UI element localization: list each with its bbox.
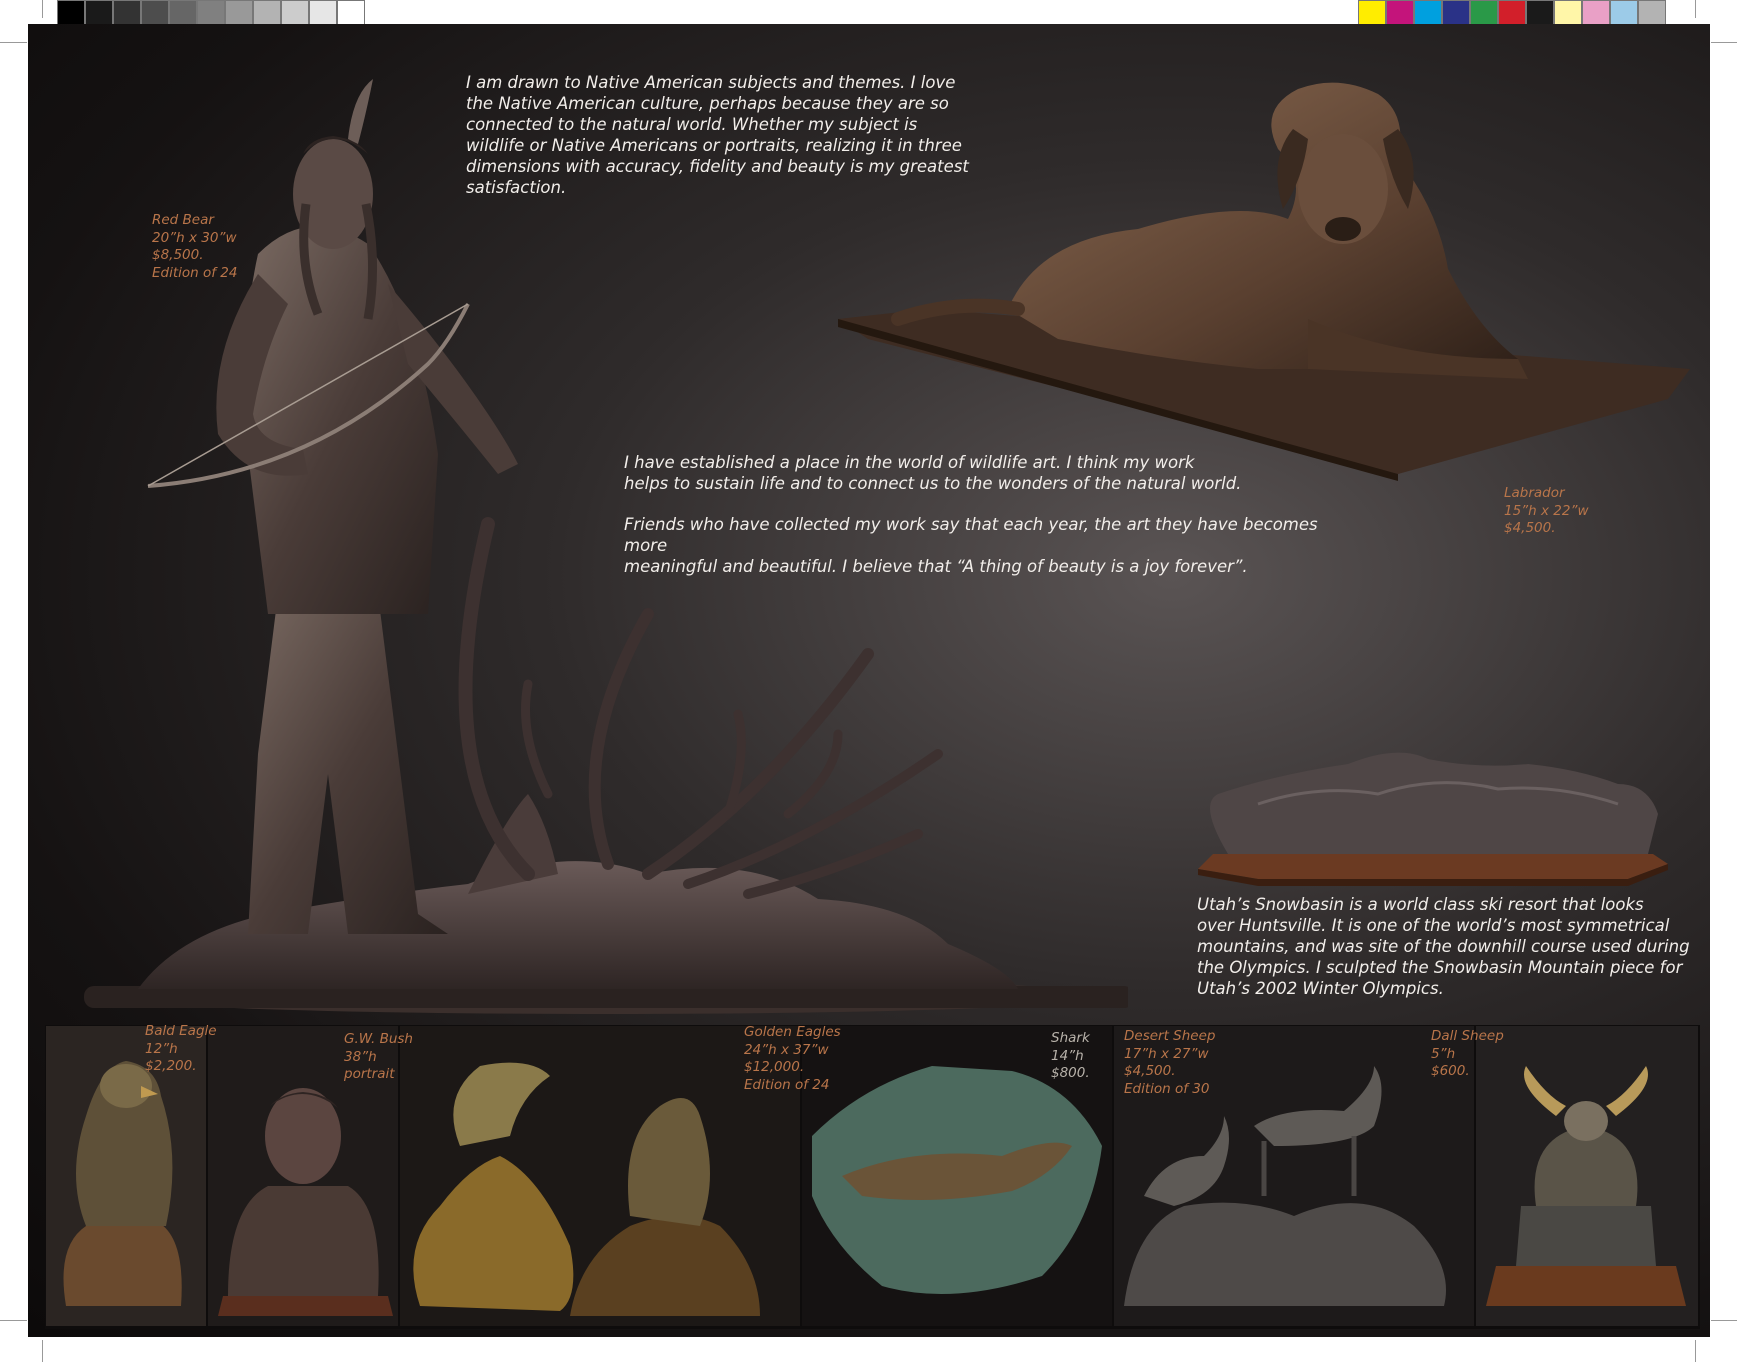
crop-mark xyxy=(1711,1320,1737,1321)
crop-mark xyxy=(1695,1340,1696,1362)
color-swatch xyxy=(1386,0,1414,27)
crop-mark xyxy=(42,0,43,18)
caption-bald-eagle: Bald Eagle 12”h $2,200. xyxy=(145,1023,217,1074)
crop-mark xyxy=(42,1340,43,1362)
color-swatch xyxy=(1526,0,1554,27)
color-swatch xyxy=(141,0,169,27)
color-swatch xyxy=(1554,0,1582,27)
color-swatch xyxy=(281,0,309,27)
dall-sheep-thumbnail xyxy=(1476,1026,1698,1326)
caption-labrador: Labrador 15”h x 22”w $4,500. xyxy=(1504,485,1589,536)
color-swatch xyxy=(197,0,225,27)
caption-shark: Shark 14”h $800. xyxy=(1051,1030,1090,1081)
color-swatch xyxy=(1610,0,1638,27)
color-swatch xyxy=(57,0,85,27)
color-swatch xyxy=(1498,0,1526,27)
color-swatch xyxy=(337,0,365,27)
dark-spread: I am drawn to Native American subjects a… xyxy=(28,24,1710,1337)
caption-red-bear: Red Bear 20”h x 30”w $8,500. Edition of … xyxy=(152,212,238,281)
color-swatch xyxy=(1414,0,1442,27)
color-swatch xyxy=(85,0,113,27)
crop-mark xyxy=(0,1320,27,1321)
snowbasin-mountain-sculpture-image xyxy=(1198,752,1668,886)
crop-mark xyxy=(0,42,27,43)
color-swatch xyxy=(169,0,197,27)
caption-desert-sheep: Desert Sheep 17”h x 27”w $4,500. Edition… xyxy=(1124,1028,1216,1097)
color-swatch xyxy=(1442,0,1470,27)
color-swatch xyxy=(1582,0,1610,27)
color-swatch xyxy=(1358,0,1386,27)
color-swatch xyxy=(1638,0,1666,27)
wildlife-paragraph-2: Friends who have collected my work say t… xyxy=(624,515,1318,576)
snowbasin-paragraph: Utah’s Snowbasin is a world class ski re… xyxy=(1197,895,1690,998)
caption-dall-sheep: Dall Sheep 5”h $600. xyxy=(1431,1028,1504,1079)
color-swatch xyxy=(309,0,337,27)
golden-eagles-thumbnail xyxy=(400,1026,800,1326)
catalog-page: I am drawn to Native American subjects a… xyxy=(0,0,1737,1362)
caption-golden-eagles: Golden Eagles 24”h x 37”w $12,000. Editi… xyxy=(744,1024,841,1093)
crop-mark xyxy=(1711,42,1737,43)
crop-mark xyxy=(1695,0,1696,18)
color-swatch xyxy=(113,0,141,27)
caption-gw-bush: G.W. Bush 38”h portrait xyxy=(344,1031,413,1082)
color-swatch xyxy=(253,0,281,27)
intro-paragraph: I am drawn to Native American subjects a… xyxy=(466,73,969,197)
color-swatch xyxy=(225,0,253,27)
wildlife-paragraph-1: I have established a place in the world … xyxy=(624,453,1242,493)
color-swatch xyxy=(1470,0,1498,27)
